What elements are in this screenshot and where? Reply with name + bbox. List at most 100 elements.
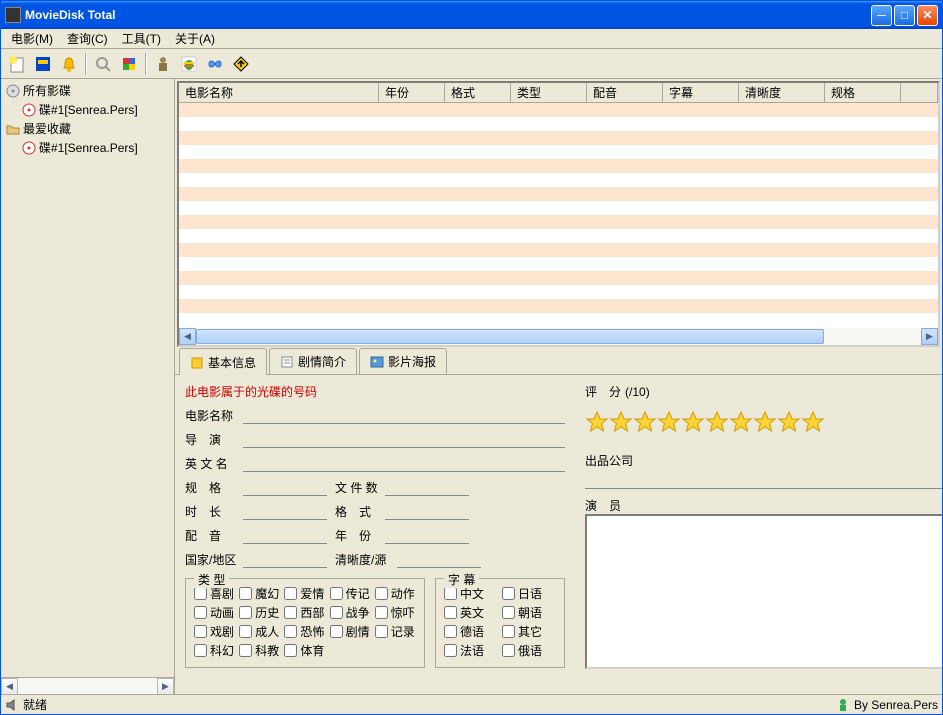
col-format[interactable]: 格式 [445,83,511,102]
genre-checkbox[interactable]: 恐怖 [284,623,325,640]
genre-check-input[interactable] [239,587,252,600]
subtitle-check-input[interactable] [444,644,457,657]
toolbar-search-button[interactable] [91,52,115,76]
actors-textarea[interactable]: ▲ ▼ [585,514,942,669]
subtitle-check-input[interactable] [502,587,515,600]
subtitle-checkbox[interactable]: 德语 [444,623,498,640]
genre-checkbox[interactable]: 历史 [239,604,280,621]
star-icon[interactable] [801,410,825,434]
input-movie-name[interactable] [243,406,565,424]
toolbar-person-button[interactable] [151,52,175,76]
star-icon[interactable] [705,410,729,434]
genre-checkbox[interactable]: 科教 [239,642,280,659]
col-spec[interactable]: 规格 [825,83,901,102]
tab-basic[interactable]: 基本信息 [179,348,267,375]
toolbar-total-button[interactable] [31,52,55,76]
star-icon[interactable] [753,410,777,434]
genre-check-input[interactable] [375,625,388,638]
genre-check-input[interactable] [330,625,343,638]
input-duration[interactable] [243,502,327,520]
subtitle-checkbox[interactable]: 日语 [502,585,556,602]
subtitle-check-input[interactable] [444,625,457,638]
genre-checkbox[interactable]: 传记 [330,585,371,602]
genre-checkbox[interactable]: 惊吓 [375,604,416,621]
scroll-right-icon[interactable]: ▶ [921,328,938,345]
tab-plot[interactable]: 剧情简介 [269,348,357,374]
col-clarity[interactable]: 清晰度 [739,83,825,102]
genre-check-input[interactable] [284,625,297,638]
maximize-button[interactable]: □ [894,5,915,26]
table-row[interactable] [179,145,938,159]
scroll-track[interactable] [824,328,921,345]
genre-check-input[interactable] [284,644,297,657]
star-icon[interactable] [609,410,633,434]
table-row[interactable] [179,173,938,187]
table-row[interactable] [179,257,938,271]
scroll-left-icon[interactable]: ◀ [1,678,18,694]
subtitle-check-input[interactable] [502,625,515,638]
genre-checkbox[interactable]: 魔幻 [239,585,280,602]
genre-check-input[interactable] [284,587,297,600]
table-row[interactable] [179,229,938,243]
col-extra[interactable] [901,83,938,102]
genre-checkbox[interactable]: 动作 [375,585,416,602]
genre-check-input[interactable] [194,625,207,638]
subtitle-checkbox[interactable]: 法语 [444,642,498,659]
star-icon[interactable] [681,410,705,434]
table-row[interactable] [179,103,938,117]
grid-hscroll[interactable]: ◀ ▶ [179,328,938,345]
genre-checkbox[interactable]: 爱情 [284,585,325,602]
subtitle-check-input[interactable] [444,587,457,600]
scroll-right-icon[interactable]: ▶ [157,678,174,694]
grid-body[interactable] [179,103,938,328]
genre-checkbox[interactable]: 记录 [375,623,416,640]
table-row[interactable] [179,313,938,327]
genre-checkbox[interactable]: 动画 [194,604,235,621]
menu-movie[interactable]: 电影(M) [5,28,59,49]
genre-checkbox[interactable]: 体育 [284,642,325,659]
col-sub[interactable]: 字幕 [663,83,739,102]
table-row[interactable] [179,299,938,313]
genre-check-input[interactable] [239,625,252,638]
toolbar-bell-button[interactable] [57,52,81,76]
toolbar-cube-button[interactable] [117,52,141,76]
input-spec[interactable] [243,478,327,496]
table-row[interactable] [179,187,938,201]
tree-view[interactable]: 所有影碟 碟#1[Senrea.Pers] 最爱收藏 碟#1[Senrea.Pe… [1,79,174,677]
input-clarity[interactable] [397,550,481,568]
scroll-left-icon[interactable]: ◀ [179,328,196,345]
table-row[interactable] [179,271,938,285]
genre-check-input[interactable] [194,644,207,657]
genre-checkbox[interactable]: 戏剧 [194,623,235,640]
col-dub[interactable]: 配音 [587,83,663,102]
tree-disc-1a[interactable]: 碟#1[Senrea.Pers] [3,100,172,119]
table-row[interactable] [179,215,938,229]
table-row[interactable] [179,159,938,173]
subtitle-checkbox[interactable]: 俄语 [502,642,556,659]
close-button[interactable]: ✕ [917,5,938,26]
menu-query[interactable]: 查询(C) [61,28,114,49]
table-row[interactable] [179,131,938,145]
genre-checkbox[interactable]: 战争 [330,604,371,621]
subtitle-checkbox[interactable]: 其它 [502,623,556,640]
subtitle-check-input[interactable] [444,606,457,619]
star-icon[interactable] [729,410,753,434]
input-dub[interactable] [243,526,327,544]
input-year[interactable] [385,526,469,544]
toolbar-sign-button[interactable] [229,52,253,76]
minimize-button[interactable]: ─ [871,5,892,26]
star-icon[interactable] [585,410,609,434]
tree-all-discs[interactable]: 所有影碟 [3,81,172,100]
scroll-thumb[interactable] [196,329,824,344]
subtitle-checkbox[interactable]: 英文 [444,604,498,621]
genre-check-input[interactable] [375,587,388,600]
input-director[interactable] [243,430,565,448]
subtitle-check-input[interactable] [502,644,515,657]
genre-check-input[interactable] [330,606,343,619]
genre-checkbox[interactable]: 科幻 [194,642,235,659]
genre-checkbox[interactable]: 剧情 [330,623,371,640]
input-eng-name[interactable] [243,454,565,472]
genre-checkbox[interactable]: 成人 [239,623,280,640]
star-icon[interactable] [633,410,657,434]
toolbar-bow-button[interactable] [203,52,227,76]
